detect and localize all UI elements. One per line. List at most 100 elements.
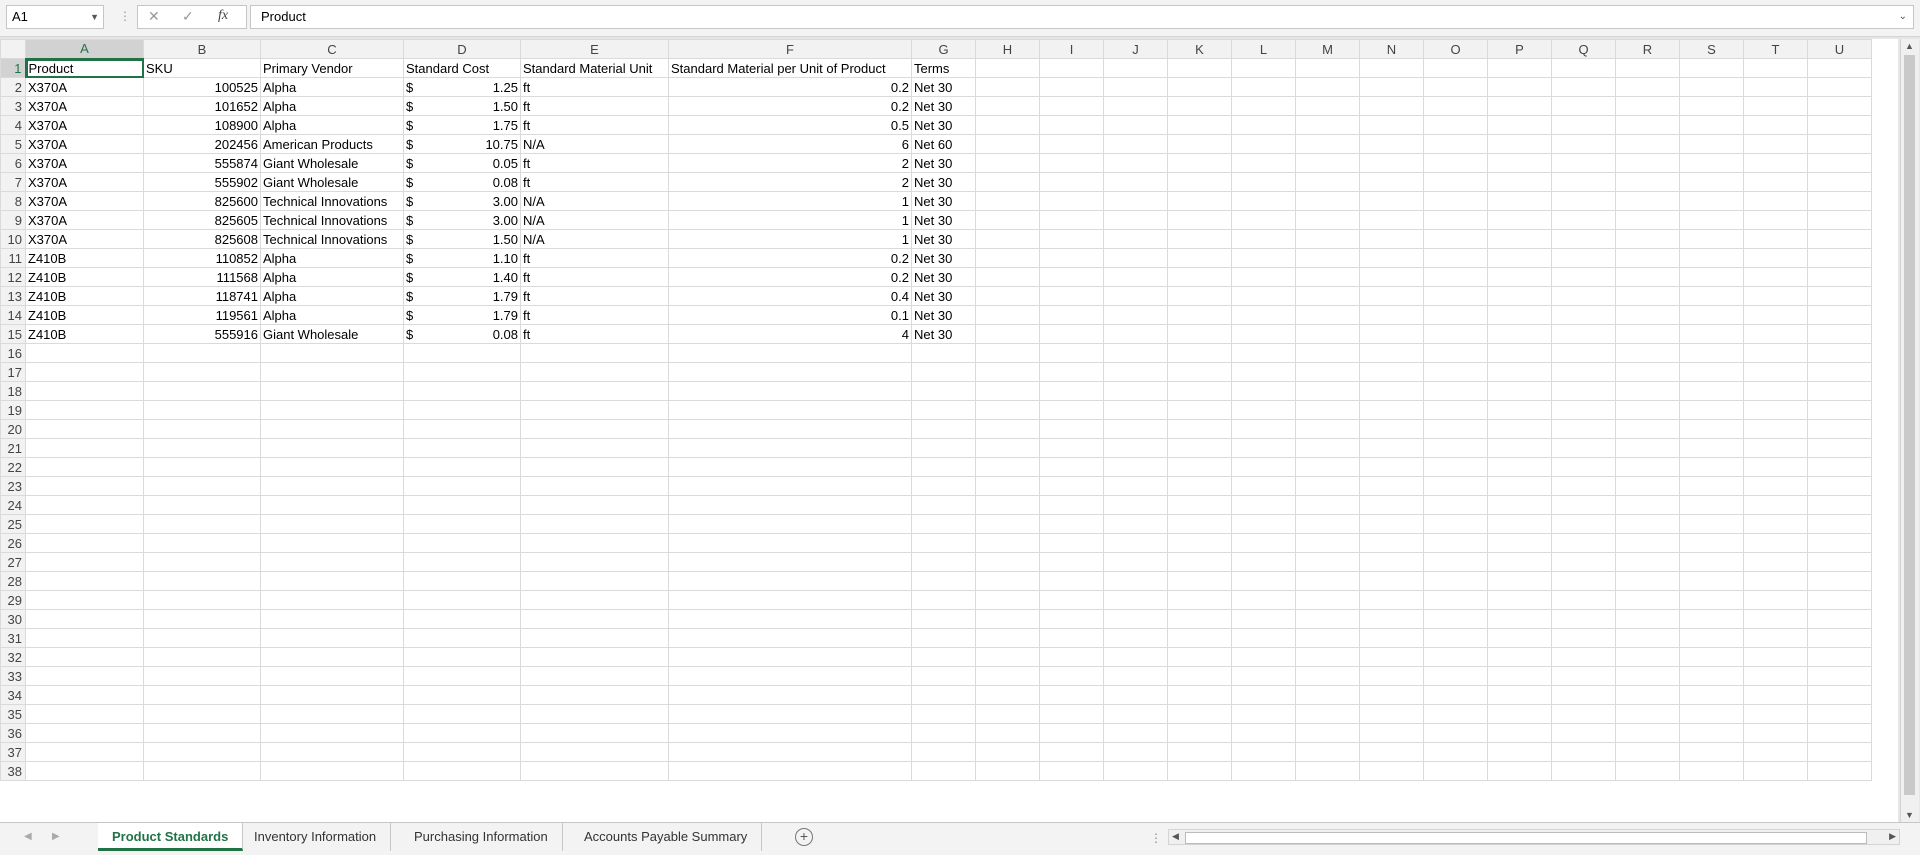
cell[interactable] bbox=[1423, 191, 1488, 211]
cell[interactable] bbox=[1487, 229, 1552, 249]
cell[interactable] bbox=[1103, 685, 1168, 705]
cell[interactable] bbox=[1231, 647, 1296, 667]
cell[interactable] bbox=[1295, 609, 1360, 629]
cell[interactable]: Alpha bbox=[260, 96, 404, 116]
cell[interactable] bbox=[668, 685, 912, 705]
cell[interactable] bbox=[975, 571, 1040, 591]
cell[interactable] bbox=[1551, 248, 1616, 268]
row-header[interactable]: 3 bbox=[0, 96, 26, 116]
cell[interactable] bbox=[1167, 96, 1232, 116]
cell[interactable] bbox=[1679, 761, 1744, 781]
cell[interactable] bbox=[911, 495, 976, 515]
cell[interactable] bbox=[1167, 457, 1232, 477]
cell[interactable] bbox=[1231, 457, 1296, 477]
cell[interactable]: Giant Wholesale bbox=[260, 324, 404, 344]
cell[interactable]: X370A bbox=[25, 229, 144, 249]
cell[interactable]: $0.08 bbox=[403, 324, 521, 344]
cell[interactable]: 118741 bbox=[143, 286, 261, 306]
cell[interactable] bbox=[520, 552, 669, 572]
cell[interactable] bbox=[1551, 191, 1616, 211]
cell[interactable] bbox=[143, 552, 261, 572]
cell[interactable] bbox=[1039, 552, 1104, 572]
cell[interactable] bbox=[1295, 286, 1360, 306]
cell[interactable] bbox=[1231, 571, 1296, 591]
cell[interactable] bbox=[403, 666, 521, 686]
cell[interactable] bbox=[1679, 571, 1744, 591]
cell[interactable] bbox=[1615, 210, 1680, 230]
row-header[interactable]: 19 bbox=[0, 400, 26, 420]
cell[interactable] bbox=[668, 457, 912, 477]
cell[interactable] bbox=[1487, 134, 1552, 154]
cell[interactable] bbox=[1295, 761, 1360, 781]
cell[interactable]: ft bbox=[520, 248, 669, 268]
cell[interactable] bbox=[975, 324, 1040, 344]
row-header[interactable]: 38 bbox=[0, 761, 26, 781]
cell[interactable] bbox=[1743, 628, 1808, 648]
cell[interactable] bbox=[1231, 115, 1296, 135]
cell[interactable] bbox=[1615, 457, 1680, 477]
cell[interactable] bbox=[1359, 571, 1424, 591]
cell[interactable] bbox=[1807, 191, 1872, 211]
cell[interactable] bbox=[143, 723, 261, 743]
tab-purchasing-information[interactable]: Purchasing Information bbox=[400, 823, 563, 851]
cell[interactable] bbox=[1423, 172, 1488, 192]
cell[interactable]: Giant Wholesale bbox=[260, 153, 404, 173]
cell[interactable] bbox=[975, 172, 1040, 192]
cell[interactable] bbox=[1167, 533, 1232, 553]
row-header[interactable]: 15 bbox=[0, 324, 26, 344]
cell[interactable] bbox=[1487, 343, 1552, 363]
cell[interactable]: $1.25 bbox=[403, 77, 521, 97]
cell[interactable] bbox=[1743, 495, 1808, 515]
cell[interactable] bbox=[1807, 571, 1872, 591]
cell[interactable] bbox=[1423, 77, 1488, 97]
cell[interactable] bbox=[1807, 419, 1872, 439]
cell[interactable] bbox=[1231, 324, 1296, 344]
cell[interactable] bbox=[1039, 590, 1104, 610]
cell[interactable] bbox=[1359, 438, 1424, 458]
cell[interactable] bbox=[1423, 248, 1488, 268]
cell[interactable] bbox=[1423, 324, 1488, 344]
cell[interactable]: Alpha bbox=[260, 248, 404, 268]
row-header[interactable]: 4 bbox=[0, 115, 26, 135]
cell[interactable] bbox=[1103, 191, 1168, 211]
cell[interactable] bbox=[1615, 343, 1680, 363]
cell[interactable]: 555902 bbox=[143, 172, 261, 192]
cell[interactable] bbox=[911, 457, 976, 477]
cell[interactable] bbox=[1295, 172, 1360, 192]
cell[interactable] bbox=[1167, 172, 1232, 192]
cell[interactable] bbox=[975, 381, 1040, 401]
cell[interactable] bbox=[1359, 153, 1424, 173]
cell[interactable] bbox=[1551, 647, 1616, 667]
cell[interactable]: $1.75 bbox=[403, 115, 521, 135]
cell[interactable] bbox=[1167, 134, 1232, 154]
cell[interactable] bbox=[520, 514, 669, 534]
cell[interactable] bbox=[143, 514, 261, 534]
cell[interactable] bbox=[1807, 495, 1872, 515]
cell[interactable] bbox=[1487, 438, 1552, 458]
cell[interactable] bbox=[1807, 476, 1872, 496]
cell[interactable] bbox=[25, 742, 144, 762]
spreadsheet-grid[interactable]: ABCDEFGHIJKLMNOPQRSTU 1 Product SKU Primary… bbox=[0, 39, 1898, 822]
cell[interactable] bbox=[668, 514, 912, 534]
cell[interactable] bbox=[1231, 628, 1296, 648]
cell[interactable] bbox=[403, 476, 521, 496]
cell[interactable] bbox=[1551, 742, 1616, 762]
cell[interactable] bbox=[1807, 533, 1872, 553]
cell[interactable] bbox=[1423, 286, 1488, 306]
cell[interactable] bbox=[1423, 115, 1488, 135]
cell[interactable] bbox=[25, 761, 144, 781]
cell[interactable] bbox=[1679, 457, 1744, 477]
cell[interactable] bbox=[25, 343, 144, 363]
cell[interactable] bbox=[1487, 96, 1552, 116]
cell[interactable] bbox=[260, 761, 404, 781]
cell[interactable] bbox=[1295, 495, 1360, 515]
cell[interactable] bbox=[911, 362, 976, 382]
column-header[interactable]: B bbox=[143, 39, 261, 59]
cell[interactable] bbox=[1295, 58, 1360, 78]
cell[interactable] bbox=[1807, 685, 1872, 705]
cell[interactable] bbox=[668, 552, 912, 572]
cell[interactable] bbox=[1807, 514, 1872, 534]
cell[interactable] bbox=[1039, 77, 1104, 97]
cell[interactable] bbox=[975, 362, 1040, 382]
cell[interactable] bbox=[1231, 704, 1296, 724]
